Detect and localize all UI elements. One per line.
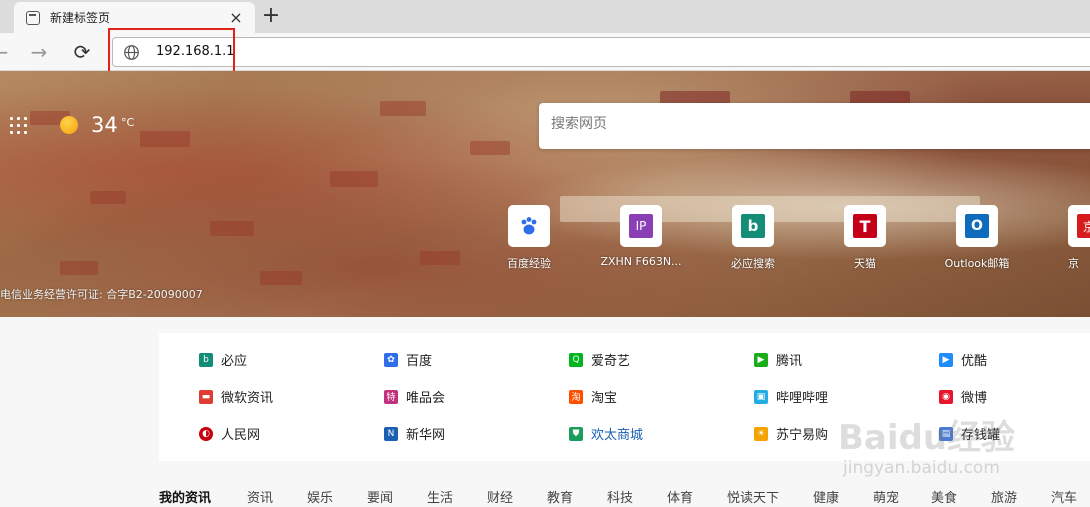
tile-label: 必应搜索 bbox=[731, 257, 775, 270]
tab-pets[interactable]: 萌宠 bbox=[873, 487, 931, 507]
link-weibo[interactable]: ◉ 微博 bbox=[939, 387, 987, 406]
tab-sports[interactable]: 体育 bbox=[667, 487, 727, 507]
tab-health[interactable]: 健康 bbox=[813, 487, 873, 507]
link-vip[interactable]: 特 唯品会 bbox=[384, 387, 445, 406]
tab-tech[interactable]: 科技 bbox=[607, 487, 667, 507]
tile-label: 京 bbox=[1068, 257, 1079, 270]
tab-strip: 新建标签页 × + bbox=[0, 0, 1090, 33]
forward-button[interactable]: → bbox=[25, 38, 53, 66]
sun-icon[interactable] bbox=[60, 116, 78, 134]
baidu-paw-icon: ✿ bbox=[384, 352, 398, 367]
youku-icon: ▶ bbox=[939, 352, 953, 367]
link-label: 必应 bbox=[221, 354, 248, 369]
page-icon bbox=[26, 10, 40, 25]
link-label: 人民网 bbox=[221, 428, 261, 443]
link-youku[interactable]: ▶ 优酷 bbox=[939, 350, 987, 369]
link-suning[interactable]: ☀ 苏宁易购 bbox=[754, 424, 828, 443]
link-label: 苏宁易购 bbox=[776, 428, 829, 443]
tile-outlook[interactable]: O Outlook邮箱 bbox=[935, 205, 1019, 275]
news-tabs: 我的资讯 资讯 娱乐 要闻 生活 财经 教育 科技 体育 悦读天下 健康 萌宠 … bbox=[159, 487, 1087, 507]
tile-label: ZXHN F663N... bbox=[600, 255, 682, 268]
link-label: 腾讯 bbox=[776, 354, 803, 369]
close-icon[interactable]: × bbox=[227, 9, 245, 26]
tile-jd[interactable]: 京 京 bbox=[1047, 205, 1090, 275]
apps-grid-icon[interactable] bbox=[10, 117, 28, 135]
link-label: 新华网 bbox=[406, 428, 446, 443]
address-text: 192.168.1.1 bbox=[156, 44, 235, 59]
tile-label: 天猫 bbox=[854, 257, 876, 270]
jd-icon: 京 bbox=[1077, 214, 1090, 238]
people-icon: ◐ bbox=[199, 426, 213, 441]
tab-auto[interactable]: 汽车 bbox=[1051, 487, 1087, 507]
link-label: 欢太商城 bbox=[591, 428, 644, 443]
link-label: 唯品会 bbox=[406, 391, 446, 406]
bing-icon: b bbox=[199, 352, 213, 367]
watermark-url: jingyan.baidu.com bbox=[843, 458, 1000, 478]
tab-reading[interactable]: 悦读天下 bbox=[727, 487, 813, 507]
tencent-play-icon: ▶ bbox=[754, 352, 768, 367]
tab-food[interactable]: 美食 bbox=[931, 487, 991, 507]
iqiyi-icon: Q bbox=[569, 352, 583, 367]
icp-license: 电信业务经营许可证: 合字B2-20090007 bbox=[0, 288, 203, 301]
ip-letter-icon: IP bbox=[629, 214, 653, 238]
temperature[interactable]: 34 bbox=[91, 113, 118, 137]
suning-icon: ☀ bbox=[754, 426, 768, 441]
link-label: 哔哩哔哩 bbox=[776, 391, 829, 406]
temperature-unit: °C bbox=[121, 116, 135, 129]
tab-title: 新建标签页 bbox=[50, 11, 111, 25]
bilibili-icon: ▣ bbox=[754, 389, 768, 404]
link-tencent[interactable]: ▶ 腾讯 bbox=[754, 350, 802, 369]
search-box[interactable] bbox=[539, 103, 1090, 149]
link-iqiyi[interactable]: Q 爱奇艺 bbox=[569, 350, 630, 369]
bing-icon: b bbox=[741, 214, 765, 238]
msn-news-icon: ▬ bbox=[199, 389, 213, 404]
tab-life[interactable]: 生活 bbox=[427, 487, 487, 507]
link-heytap-store[interactable]: ⛊ 欢太商城 bbox=[569, 424, 643, 443]
vip-icon: 特 bbox=[384, 389, 398, 404]
link-label: 微软资讯 bbox=[221, 391, 274, 406]
tile-label: 百度经验 bbox=[507, 257, 551, 270]
tmall-icon: T bbox=[853, 214, 877, 238]
outlook-icon: O bbox=[965, 214, 989, 238]
link-label: 优酷 bbox=[961, 354, 988, 369]
tile-bing[interactable]: b 必应搜索 bbox=[711, 205, 795, 275]
baidu-paw-icon bbox=[521, 217, 537, 235]
xinhua-icon: N bbox=[384, 426, 398, 441]
heytap-store-icon: ⛊ bbox=[569, 426, 583, 441]
globe-icon bbox=[124, 45, 139, 60]
watermark-logo: Baidu经验 bbox=[838, 418, 1016, 458]
link-bilibili[interactable]: ▣ 哔哩哔哩 bbox=[754, 387, 828, 406]
tile-label: Outlook邮箱 bbox=[944, 257, 1010, 270]
back-button[interactable]: ← bbox=[0, 38, 14, 66]
weibo-icon: ◉ bbox=[939, 389, 953, 404]
link-people[interactable]: ◐ 人民网 bbox=[199, 424, 260, 443]
refresh-button[interactable]: ⟳ bbox=[68, 38, 96, 66]
new-tab-button[interactable]: + bbox=[258, 4, 284, 30]
tile-tmall[interactable]: T 天猫 bbox=[823, 205, 907, 275]
tile-baidu-jingyan[interactable]: 百度经验 bbox=[487, 205, 571, 275]
tab-finance[interactable]: 财经 bbox=[487, 487, 547, 507]
taobao-icon: 淘 bbox=[569, 389, 583, 404]
link-bing[interactable]: b 必应 bbox=[199, 350, 247, 369]
link-label: 爱奇艺 bbox=[591, 354, 631, 369]
toolbar: ← → ⟳ 192.168.1.1 bbox=[0, 33, 1090, 71]
link-msn[interactable]: ▬ 微软资讯 bbox=[199, 387, 273, 406]
link-label: 淘宝 bbox=[591, 391, 618, 406]
tab-entertainment[interactable]: 娱乐 bbox=[307, 487, 367, 507]
address-bar[interactable]: 192.168.1.1 bbox=[112, 37, 1090, 67]
tab-travel[interactable]: 旅游 bbox=[991, 487, 1051, 507]
tab-my-news[interactable]: 我的资讯 bbox=[159, 487, 247, 507]
tile-router[interactable]: IP ZXHN F663N... bbox=[599, 205, 683, 275]
link-taobao[interactable]: 淘 淘宝 bbox=[569, 387, 617, 406]
link-baidu[interactable]: ✿ 百度 bbox=[384, 350, 432, 369]
search-input[interactable] bbox=[551, 116, 1051, 132]
tab-new-tab[interactable]: 新建标签页 × bbox=[14, 2, 255, 33]
link-xinhua[interactable]: N 新华网 bbox=[384, 424, 445, 443]
link-label: 百度 bbox=[406, 354, 433, 369]
link-label: 微博 bbox=[961, 391, 988, 406]
tab-education[interactable]: 教育 bbox=[547, 487, 607, 507]
tab-news[interactable]: 资讯 bbox=[247, 487, 307, 507]
tab-headlines[interactable]: 要闻 bbox=[367, 487, 427, 507]
